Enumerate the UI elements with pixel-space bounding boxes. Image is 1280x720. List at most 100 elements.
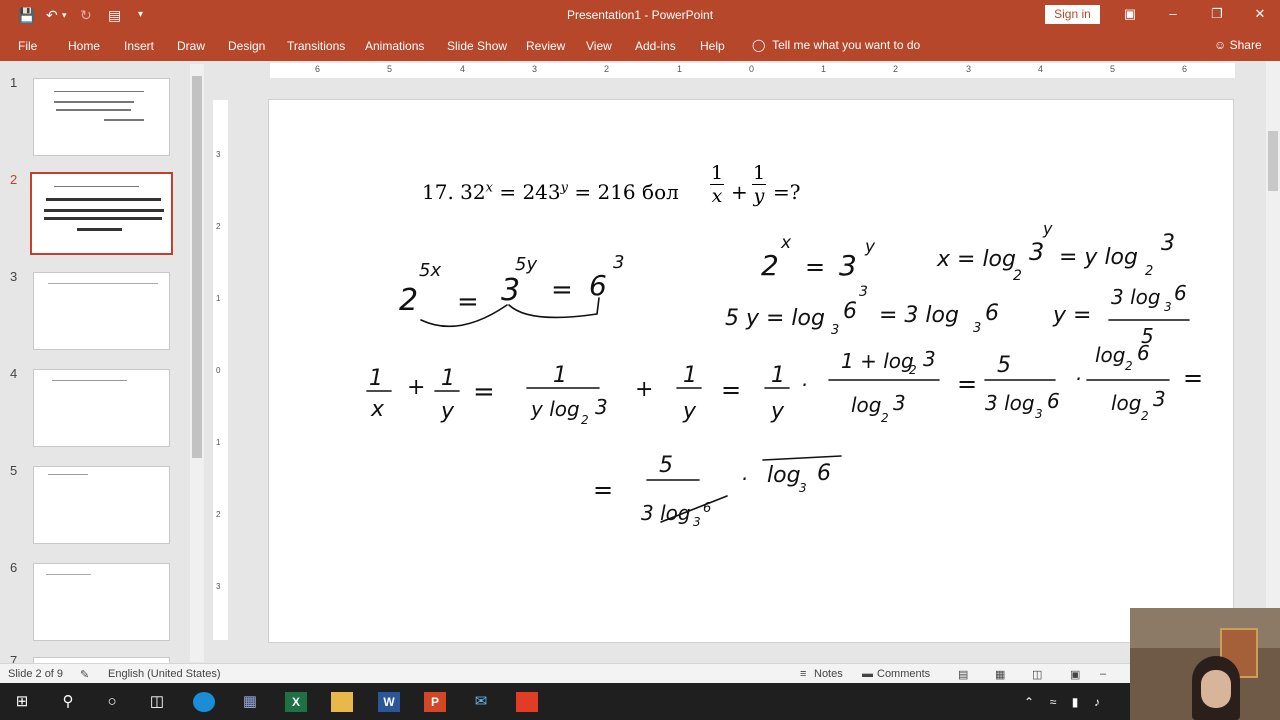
edge-icon[interactable]: [193, 692, 215, 712]
svg-text:2: 2: [1125, 359, 1133, 373]
task-view-icon[interactable]: ◫: [146, 692, 168, 712]
svg-text:3: 3: [831, 323, 839, 338]
normal-view-icon[interactable]: ▤: [958, 668, 968, 681]
notes-button[interactable]: Notes: [814, 668, 843, 680]
svg-text:3: 3: [1035, 407, 1043, 421]
powerpoint-icon[interactable]: P: [424, 692, 446, 712]
tab-insert[interactable]: Insert: [124, 39, 154, 53]
ruler-tick-label: 2: [216, 222, 221, 231]
svg-text:6: 6: [589, 269, 607, 302]
ruler-tick-label: 1: [216, 438, 221, 447]
maximize-button[interactable]: ❐: [1207, 6, 1227, 22]
tab-design[interactable]: Design: [228, 39, 265, 53]
slide-thumbnail-5[interactable]: [33, 466, 170, 544]
svg-text:2: 2: [1141, 409, 1149, 423]
svg-text:y: y: [864, 237, 876, 257]
tab-animations[interactable]: Animations: [365, 39, 424, 53]
language-indicator[interactable]: English (United States): [108, 668, 221, 680]
slide-number: 5: [10, 463, 18, 478]
volume-icon[interactable]: ♪: [1086, 692, 1108, 712]
wifi-icon[interactable]: ≈: [1042, 692, 1064, 712]
svg-text:3: 3: [1164, 300, 1172, 314]
slide-scrollbar[interactable]: [1266, 61, 1280, 661]
svg-text:=: =: [721, 376, 741, 404]
file-explorer-icon[interactable]: [331, 692, 353, 712]
slide-number: 1: [10, 75, 18, 90]
windows-start-icon[interactable]: ⊞: [11, 692, 33, 712]
tab-transitions[interactable]: Transitions: [287, 39, 345, 53]
svg-text:1: 1: [441, 366, 455, 391]
tab-home[interactable]: Home: [68, 39, 100, 53]
tab-slide-show[interactable]: Slide Show: [447, 39, 507, 53]
ruler-tick-label: 2: [216, 510, 221, 519]
slide-scroll-thumb[interactable]: [1268, 131, 1278, 191]
slide-thumbnail-6[interactable]: [33, 563, 170, 641]
svg-text:3 log: 3 log: [1111, 285, 1161, 309]
thumbnail-scroll-thumb[interactable]: [192, 76, 202, 458]
windows-taskbar: ⊞ ⚲ ○ ◫ ▦ X W P ✉ ⌃ ≈ ▮ ♪: [0, 683, 1280, 720]
spelling-check-icon[interactable]: ✎: [80, 668, 89, 681]
close-button[interactable]: ✕: [1250, 6, 1270, 22]
svg-text:3: 3: [923, 347, 936, 371]
svg-text:y: y: [440, 399, 455, 424]
search-icon[interactable]: ⚲: [57, 692, 79, 712]
slide-thumbnail-2[interactable]: [30, 172, 173, 255]
slide-thumbnail-pane: 1 2 3 4 5 6 7: [0, 61, 205, 668]
slide-thumbnail-1[interactable]: [33, 78, 170, 156]
svg-text:x = log: x = log: [936, 247, 1016, 272]
ruler-tick-label: 2: [893, 64, 899, 74]
word-icon[interactable]: W: [378, 692, 400, 712]
slide-sorter-icon[interactable]: ▦: [995, 668, 1005, 681]
reading-view-icon[interactable]: ◫: [1032, 668, 1042, 681]
tab-draw[interactable]: Draw: [177, 39, 205, 53]
slide-number: 4: [10, 366, 18, 381]
mail-icon[interactable]: ✉: [470, 692, 492, 712]
battery-icon[interactable]: ▮: [1064, 692, 1086, 712]
svg-text:6: 6: [985, 301, 999, 326]
zoom-out-icon[interactable]: –: [1100, 668, 1106, 680]
tab-review[interactable]: Review: [526, 39, 565, 53]
share-button[interactable]: ☺ Share: [1214, 38, 1262, 52]
svg-text:3: 3: [693, 515, 701, 529]
svg-text:5 y = log: 5 y = log: [725, 306, 825, 331]
svg-text:= 3 log: = 3 log: [879, 303, 959, 328]
sign-in-button[interactable]: Sign in: [1045, 5, 1100, 24]
svg-text:y: y: [1042, 219, 1053, 238]
slide-thumbnail-4[interactable]: [33, 369, 170, 447]
tab-view[interactable]: View: [586, 39, 612, 53]
ruler-tick-label: 6: [1182, 64, 1188, 74]
svg-text:3: 3: [1161, 231, 1175, 256]
recorder-app-icon[interactable]: [516, 692, 538, 712]
slide-canvas[interactable]: 17. 32x = 243y = 216 бол 1 x + 1 y =? 25…: [268, 99, 1234, 643]
tab-file[interactable]: File: [18, 39, 37, 53]
ruler-tick-label: 1: [216, 294, 221, 303]
svg-text:3: 3: [859, 284, 868, 300]
minimize-button[interactable]: –: [1163, 6, 1183, 21]
tell-me-search[interactable]: ◯ Tell me what you want to do: [752, 38, 920, 52]
comments-button[interactable]: Comments: [877, 668, 930, 680]
svg-text:x: x: [370, 397, 385, 422]
svg-text:2: 2: [1145, 264, 1153, 279]
svg-text:2: 2: [581, 413, 589, 427]
svg-text:5y: 5y: [515, 254, 537, 275]
excel-icon[interactable]: X: [285, 692, 307, 712]
svg-text:=: =: [473, 377, 495, 407]
svg-text:=: =: [457, 287, 479, 317]
show-hidden-icons-icon[interactable]: ⌃: [1018, 692, 1040, 712]
ruler-tick-label: 2: [604, 64, 610, 74]
slide-thumbnail-3[interactable]: [33, 272, 170, 350]
svg-text:3: 3: [595, 395, 608, 419]
tab-help[interactable]: Help: [700, 39, 725, 53]
powerpoint-window: 💾 ↶ ▾ ↻ ▤ ▾ Presentation1 - PowerPoint S…: [0, 0, 1280, 720]
slide-indicator: Slide 2 of 9: [8, 668, 64, 680]
cortana-icon[interactable]: ○: [101, 692, 123, 712]
ruler-tick-label: 4: [1038, 64, 1044, 74]
svg-text:=: =: [593, 476, 613, 504]
svg-text:2: 2: [1013, 268, 1022, 284]
tab-add-ins[interactable]: Add-ins: [635, 39, 676, 53]
comments-icon: ▬: [862, 668, 873, 680]
store-icon[interactable]: ▦: [239, 692, 261, 712]
ribbon-display-options-icon[interactable]: ▣: [1120, 6, 1140, 22]
slide-show-view-icon[interactable]: ▣: [1070, 668, 1080, 681]
svg-text:6: 6: [1047, 389, 1060, 413]
